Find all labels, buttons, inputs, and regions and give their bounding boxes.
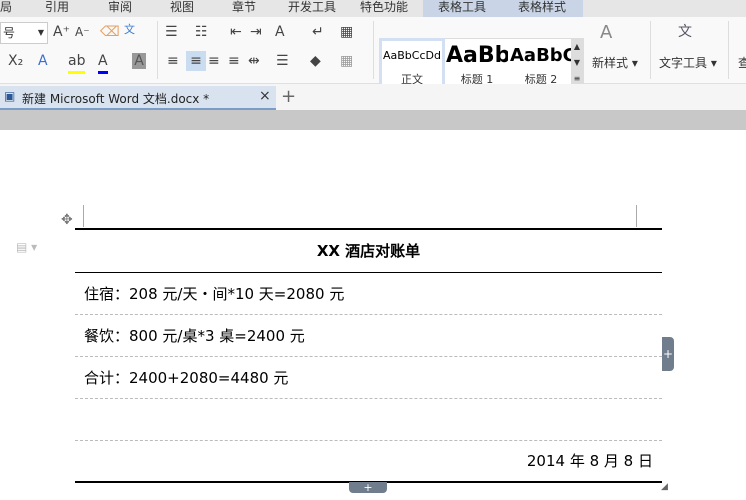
tab-view[interactable]: 视图 [170,0,194,17]
word-doc-icon: ▣ [4,89,16,103]
new-style-button[interactable]: 新样式 ▾ [592,54,638,71]
ribbon: 号 ▼ A⁺ A⁻ ⌫ 文 X₂ A ab A A ☰ ☷ ⇤ ⇥ A ↵ ▦ ≡… [0,17,746,90]
font-size-select[interactable]: 号 ▼ [0,22,48,44]
tab-references[interactable]: 引用 [45,0,69,17]
table-row[interactable]: 住宿：208 元/天・间*10 天=2080 元 [75,271,662,314]
document-tab[interactable]: ▣ 新建 Microsoft Word 文档.docx * × [0,86,276,110]
statement-table: XX 酒店对账单 住宿：208 元/天・间*10 天=2080 元 餐饮：800… [75,228,662,483]
table-row[interactable] [75,397,662,440]
subscript-icon[interactable]: X₂ [8,51,23,71]
menu-bar: 局 引用 审阅 视图 章节 开发工具 特色功能 表格工具 表格样式 [0,0,746,17]
gallery-scroll[interactable]: ▲ ▼ ≡ [571,39,583,89]
numbering-icon[interactable]: ☷ [195,22,208,42]
paragraph-options-icon[interactable]: ▤ ▾ [16,240,37,254]
add-row-button[interactable]: + [349,482,387,493]
tab-layout[interactable]: 局 [0,0,12,17]
tab-table-style[interactable]: 表格样式 [518,0,566,17]
indent-icon[interactable]: ⇥ [250,22,262,42]
justify-icon[interactable]: ≡ [228,51,240,71]
table-date[interactable]: 2014 年 8 月 8 日 [75,439,662,483]
table-move-handle-icon[interactable]: ✥ [61,212,73,228]
tab-developer[interactable]: 开发工具 [288,0,336,17]
char-shading-icon[interactable]: A [132,53,146,69]
font-size-cycle-icon[interactable]: A [275,22,285,42]
tab-review[interactable]: 审阅 [108,0,132,17]
borders-icon[interactable]: ▦ [340,51,353,71]
line-spacing-icon[interactable]: ☰ [276,51,289,71]
highlight-icon[interactable]: ab [68,51,86,74]
table-resize-handle-icon[interactable]: ◢ [661,482,668,492]
text-tools-button[interactable]: 文字工具 ▾ [659,54,717,71]
outdent-icon[interactable]: ⇤ [230,22,242,42]
table-row[interactable]: 餐饮：800 元/桌*3 桌=2400 元 [75,313,662,356]
font-color-icon[interactable]: A [98,51,108,74]
grow-font-icon[interactable]: A⁺ [53,22,70,42]
style-heading-1[interactable]: AaBb 标题 1 [446,41,508,87]
table-title[interactable]: XX 酒店对账单 [75,228,662,272]
text-tools-icon: 文 [678,24,692,40]
font-size-value: 号 [3,26,16,40]
style-normal[interactable]: AaBbCcDd 正文 [379,38,445,90]
paragraph-mark-icon[interactable]: ↵ [312,22,324,42]
distribute-icon[interactable]: ⇹ [248,51,260,71]
new-style-icon: A [600,22,613,43]
style-gallery: AaBbCcDd 正文 AaBb 标题 1 AaBbC 标题 2 ▲ ▼ ≡ [379,38,584,90]
new-tab-button[interactable]: + [281,86,296,107]
bullets-icon[interactable]: ☰ [165,22,178,42]
table-row[interactable]: 合计：2400+2080=4480 元 [75,355,662,398]
table-icon[interactable]: ▦ [340,22,353,42]
clear-format-icon[interactable]: ⌫ [100,22,120,42]
tab-section[interactable]: 章节 [232,0,256,17]
text-effect-icon[interactable]: A [38,51,48,71]
tab-table-tools[interactable]: 表格工具 [438,0,486,17]
align-right-icon[interactable]: ≡ [208,51,220,71]
tab-special[interactable]: 特色功能 [360,0,408,17]
find-button[interactable]: 查 [738,54,746,71]
phonetic-icon[interactable]: 文 [124,20,135,40]
add-column-button[interactable]: + [662,337,674,371]
align-center-icon[interactable]: ≡ [186,51,206,71]
ruler-area [0,110,746,130]
align-left-icon[interactable]: ≡ [167,51,179,71]
shading-icon[interactable]: ◆ [310,51,321,71]
style-heading-2[interactable]: AaBbC 标题 2 [510,41,572,87]
close-tab-icon[interactable]: × [259,88,271,104]
chevron-down-icon: ▼ [37,28,44,37]
document-title: 新建 Microsoft Word 文档.docx * [22,92,210,106]
shrink-font-icon[interactable]: A⁻ [75,22,90,42]
